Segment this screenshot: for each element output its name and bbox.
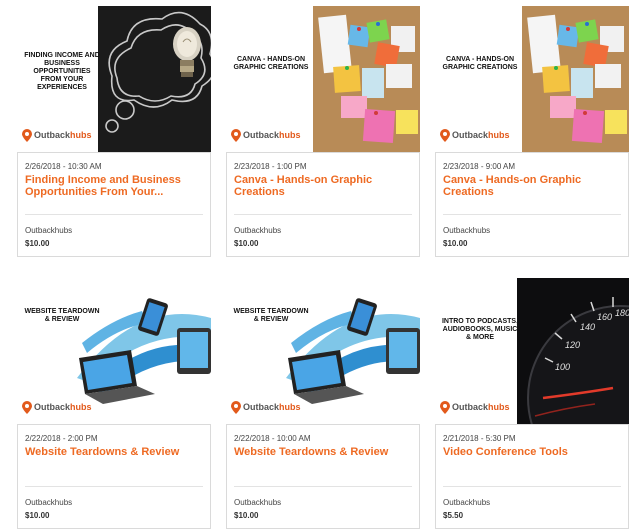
- brand-name: Outbackhubs: [243, 402, 301, 412]
- event-info: 2/23/2018 - 1:00 PM Canva - Hands-on Gra…: [226, 152, 420, 257]
- event-banner[interactable]: CANVA - HANDS-ON GRAPHIC CREATIONS Outba…: [435, 6, 629, 152]
- brand-suffix: hubs: [279, 130, 301, 140]
- brand-name: Outbackhubs: [452, 130, 510, 140]
- event-title[interactable]: Website Teardowns & Review: [234, 446, 414, 458]
- brand-suffix: hubs: [279, 402, 301, 412]
- event-organizer: Outbackhubs: [234, 498, 282, 507]
- brand-prefix: Outback: [34, 402, 71, 412]
- event-date: 2/22/2018 - 2:00 PM: [25, 434, 98, 443]
- brand-prefix: Outback: [34, 130, 71, 140]
- brand-name: Outbackhubs: [34, 402, 92, 412]
- svg-text:160: 160: [597, 312, 612, 322]
- divider: [234, 486, 412, 487]
- svg-text:120: 120: [565, 340, 580, 350]
- event-organizer: Outbackhubs: [234, 226, 282, 235]
- event-date: 2/21/2018 - 5:30 PM: [443, 434, 516, 443]
- event-date: 2/23/2018 - 1:00 PM: [234, 162, 307, 171]
- event-info: 2/26/2018 - 10:30 AM Finding Income and …: [17, 152, 211, 257]
- event-price: $10.00: [234, 511, 259, 520]
- event-card[interactable]: WEBSITE TEARDOWN & REVIEW Outbackhubs 2/…: [226, 278, 420, 529]
- brand-name: Outbackhubs: [34, 130, 92, 140]
- banner-title: WEBSITE TEARDOWN & REVIEW: [233, 308, 309, 323]
- banner-title: CANVA - HANDS-ON GRAPHIC CREATIONS: [442, 56, 518, 71]
- event-banner[interactable]: WEBSITE TEARDOWN & REVIEW Outbackhubs: [226, 278, 420, 424]
- brand-name: Outbackhubs: [243, 130, 301, 140]
- event-info: 2/21/2018 - 5:30 PM Video Conference Too…: [435, 424, 629, 529]
- pin-icon: [22, 400, 32, 414]
- banner-title: WEBSITE TEARDOWN & REVIEW: [24, 308, 100, 323]
- brand-logo: Outbackhubs: [440, 127, 510, 143]
- brand-suffix: hubs: [488, 130, 510, 140]
- event-organizer: Outbackhubs: [25, 226, 73, 235]
- event-price: $10.00: [25, 511, 50, 520]
- svg-text:180: 180: [615, 308, 629, 318]
- brand-prefix: Outback: [452, 402, 489, 412]
- brand-prefix: Outback: [243, 130, 280, 140]
- divider: [25, 214, 203, 215]
- event-title[interactable]: Video Conference Tools: [443, 446, 623, 458]
- brand-suffix: hubs: [488, 402, 510, 412]
- event-organizer: Outbackhubs: [25, 498, 73, 507]
- brand-logo: Outbackhubs: [231, 399, 301, 415]
- brand-suffix: hubs: [70, 130, 92, 140]
- divider: [234, 214, 412, 215]
- pin-icon: [22, 128, 32, 142]
- event-card[interactable]: WEBSITE TEARDOWN & REVIEW Outbackhubs 2/…: [17, 278, 211, 529]
- event-organizer: Outbackhubs: [443, 226, 491, 235]
- banner-title: CANVA - HANDS-ON GRAPHIC CREATIONS: [233, 56, 309, 71]
- event-title[interactable]: Finding Income and Business Opportunitie…: [25, 174, 205, 198]
- event-price: $10.00: [443, 239, 468, 248]
- brand-logo: Outbackhubs: [22, 127, 92, 143]
- banner-title: FINDING INCOME AND BUSINESS OPPORTUNITIE…: [24, 52, 100, 91]
- event-banner[interactable]: 100 120 140 160 180 INTRO TO PODCASTS, AUDI…: [435, 278, 629, 424]
- event-date: 2/22/2018 - 10:00 AM: [234, 434, 311, 443]
- svg-text:100: 100: [555, 362, 570, 372]
- brand-suffix: hubs: [70, 402, 92, 412]
- divider: [25, 486, 203, 487]
- event-info: 2/22/2018 - 2:00 PM Website Teardowns & …: [17, 424, 211, 529]
- brand-prefix: Outback: [243, 402, 280, 412]
- divider: [443, 214, 621, 215]
- event-price: $10.00: [234, 239, 259, 248]
- brand-logo: Outbackhubs: [231, 127, 301, 143]
- divider: [443, 486, 621, 487]
- event-title[interactable]: Website Teardowns & Review: [25, 446, 205, 458]
- event-title[interactable]: Canva - Hands-on Graphic Creations: [443, 174, 623, 198]
- event-banner[interactable]: FINDING INCOME AND BUSINESS OPPORTUNITIE…: [17, 6, 211, 152]
- event-date: 2/23/2018 - 9:00 AM: [443, 162, 516, 171]
- pin-icon: [231, 128, 241, 142]
- brand-name: Outbackhubs: [452, 402, 510, 412]
- event-banner[interactable]: CANVA - HANDS-ON GRAPHIC CREATIONS Outba…: [226, 6, 420, 152]
- brand-logo: Outbackhubs: [440, 399, 510, 415]
- event-card[interactable]: CANVA - HANDS-ON GRAPHIC CREATIONS Outba…: [226, 6, 420, 257]
- event-info: 2/22/2018 - 10:00 AM Website Teardowns &…: [226, 424, 420, 529]
- event-card[interactable]: 100 120 140 160 180 INTRO TO PODCASTS, AUDI…: [435, 278, 629, 529]
- event-price: $10.00: [25, 239, 50, 248]
- event-price: $5.50: [443, 511, 464, 520]
- pin-icon: [440, 128, 450, 142]
- event-banner[interactable]: WEBSITE TEARDOWN & REVIEW Outbackhubs: [17, 278, 211, 424]
- pin-icon: [440, 400, 450, 414]
- svg-text:140: 140: [580, 322, 595, 332]
- event-card[interactable]: FINDING INCOME AND BUSINESS OPPORTUNITIE…: [17, 6, 211, 257]
- event-date: 2/26/2018 - 10:30 AM: [25, 162, 102, 171]
- event-info: 2/23/2018 - 9:00 AM Canva - Hands-on Gra…: [435, 152, 629, 257]
- event-card[interactable]: CANVA - HANDS-ON GRAPHIC CREATIONS Outba…: [435, 6, 629, 257]
- brand-prefix: Outback: [452, 130, 489, 140]
- banner-title: INTRO TO PODCASTS, AUDIOBOOKS, MUSIC & M…: [441, 318, 519, 341]
- pin-icon: [231, 400, 241, 414]
- brand-logo: Outbackhubs: [22, 399, 92, 415]
- event-title[interactable]: Canva - Hands-on Graphic Creations: [234, 174, 414, 198]
- event-organizer: Outbackhubs: [443, 498, 491, 507]
